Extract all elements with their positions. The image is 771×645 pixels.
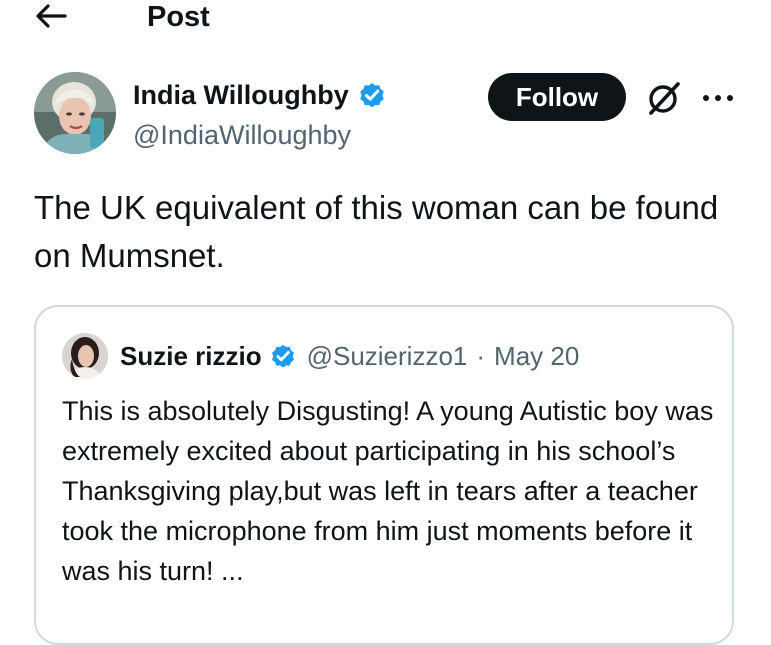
quoted-post-card[interactable]: Suzie rizzio @Suzierizzo1 · May 20 This … [34, 305, 734, 645]
arrow-left-icon [36, 4, 67, 28]
author-name: India Willoughby [133, 80, 349, 110]
page-title: Post [147, 1, 210, 33]
post-text: The UK equivalent of this woman can be f… [34, 189, 719, 274]
quote-avatar[interactable] [62, 333, 108, 379]
post-header: Post [0, 0, 771, 40]
quote-header: Suzie rizzio @Suzierizzo1 · May 20 [120, 337, 579, 375]
follow-button[interactable]: Follow [488, 73, 626, 121]
grok-button[interactable] [644, 78, 684, 118]
author-name-row[interactable]: India Willoughby [133, 78, 387, 112]
author-avatar[interactable] [34, 72, 116, 154]
grok-icon [649, 82, 680, 115]
quote-separator: · [476, 340, 486, 371]
more-options-button[interactable] [700, 84, 736, 112]
quote-verified-badge-icon [269, 342, 297, 370]
quote-text: This is absolutely Disgusting! A young A… [62, 396, 714, 586]
verified-badge-icon [357, 80, 387, 110]
back-button[interactable] [34, 2, 68, 30]
quote-author-handle[interactable]: @Suzierizzo1 [307, 341, 468, 372]
more-dots-icon [703, 95, 733, 101]
quote-date[interactable]: May 20 [494, 341, 579, 372]
author-handle[interactable]: @IndiaWilloughby [133, 118, 351, 152]
quote-author-name[interactable]: Suzie rizzio [120, 341, 262, 372]
